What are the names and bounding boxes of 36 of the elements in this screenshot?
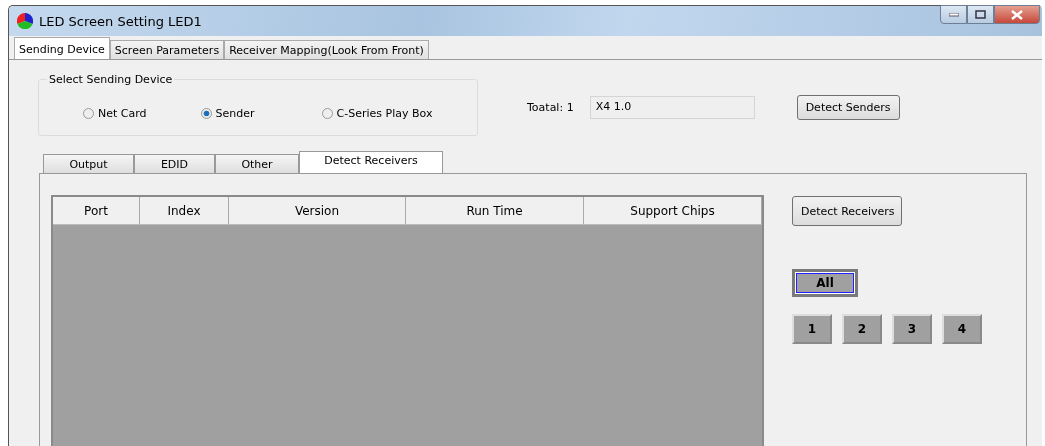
port-button[interactable]: 1 (792, 314, 832, 344)
radio-label[interactable]: Net Card (98, 107, 147, 120)
device-field[interactable]: X4 1.0 (589, 96, 755, 119)
radio-icon[interactable] (321, 108, 333, 119)
column-header[interactable]: Support Chips (584, 197, 762, 224)
port-button[interactable]: 2 (842, 314, 882, 344)
minimize-button[interactable] (940, 5, 967, 24)
tab[interactable]: Screen Parameters (109, 40, 225, 59)
window-title: LED Screen Setting LED1 (39, 13, 202, 29)
total-label: Toatal: 1 (527, 101, 574, 114)
column-header[interactable]: Index (140, 197, 229, 224)
radio-icon[interactable] (83, 108, 94, 119)
column-header[interactable]: Run Time (406, 197, 584, 224)
radio-label[interactable]: Sender (215, 107, 255, 120)
tab[interactable]: Receiver Mapping(Look From Front) (224, 40, 429, 59)
detect-senders-button[interactable]: Detect Senders (796, 95, 900, 120)
tab[interactable]: Output (43, 154, 134, 173)
app-logo-icon (17, 13, 33, 29)
port-button[interactable]: 3 (892, 314, 932, 344)
detect-receivers-button[interactable]: Detect Receivers (792, 196, 902, 226)
close-icon (1011, 9, 1023, 20)
group-title: Select Sending Device (47, 73, 175, 86)
column-header[interactable]: Version (229, 197, 406, 224)
radio-selected-icon[interactable] (200, 108, 212, 119)
maximize-button[interactable] (967, 5, 994, 24)
radio-label[interactable]: C-Series Play Box (336, 107, 433, 120)
tab[interactable]: Detect Receivers (299, 151, 443, 173)
tab[interactable]: Other (215, 154, 299, 173)
tab[interactable]: Sending Device (14, 37, 110, 59)
all-button[interactable]: All (792, 269, 858, 297)
maximize-icon (975, 10, 986, 19)
close-button[interactable] (994, 5, 1040, 24)
column-header[interactable]: Port (53, 197, 140, 224)
minimize-icon (948, 12, 959, 17)
port-button[interactable]: 4 (942, 314, 982, 344)
tab[interactable]: EDID (134, 154, 215, 173)
